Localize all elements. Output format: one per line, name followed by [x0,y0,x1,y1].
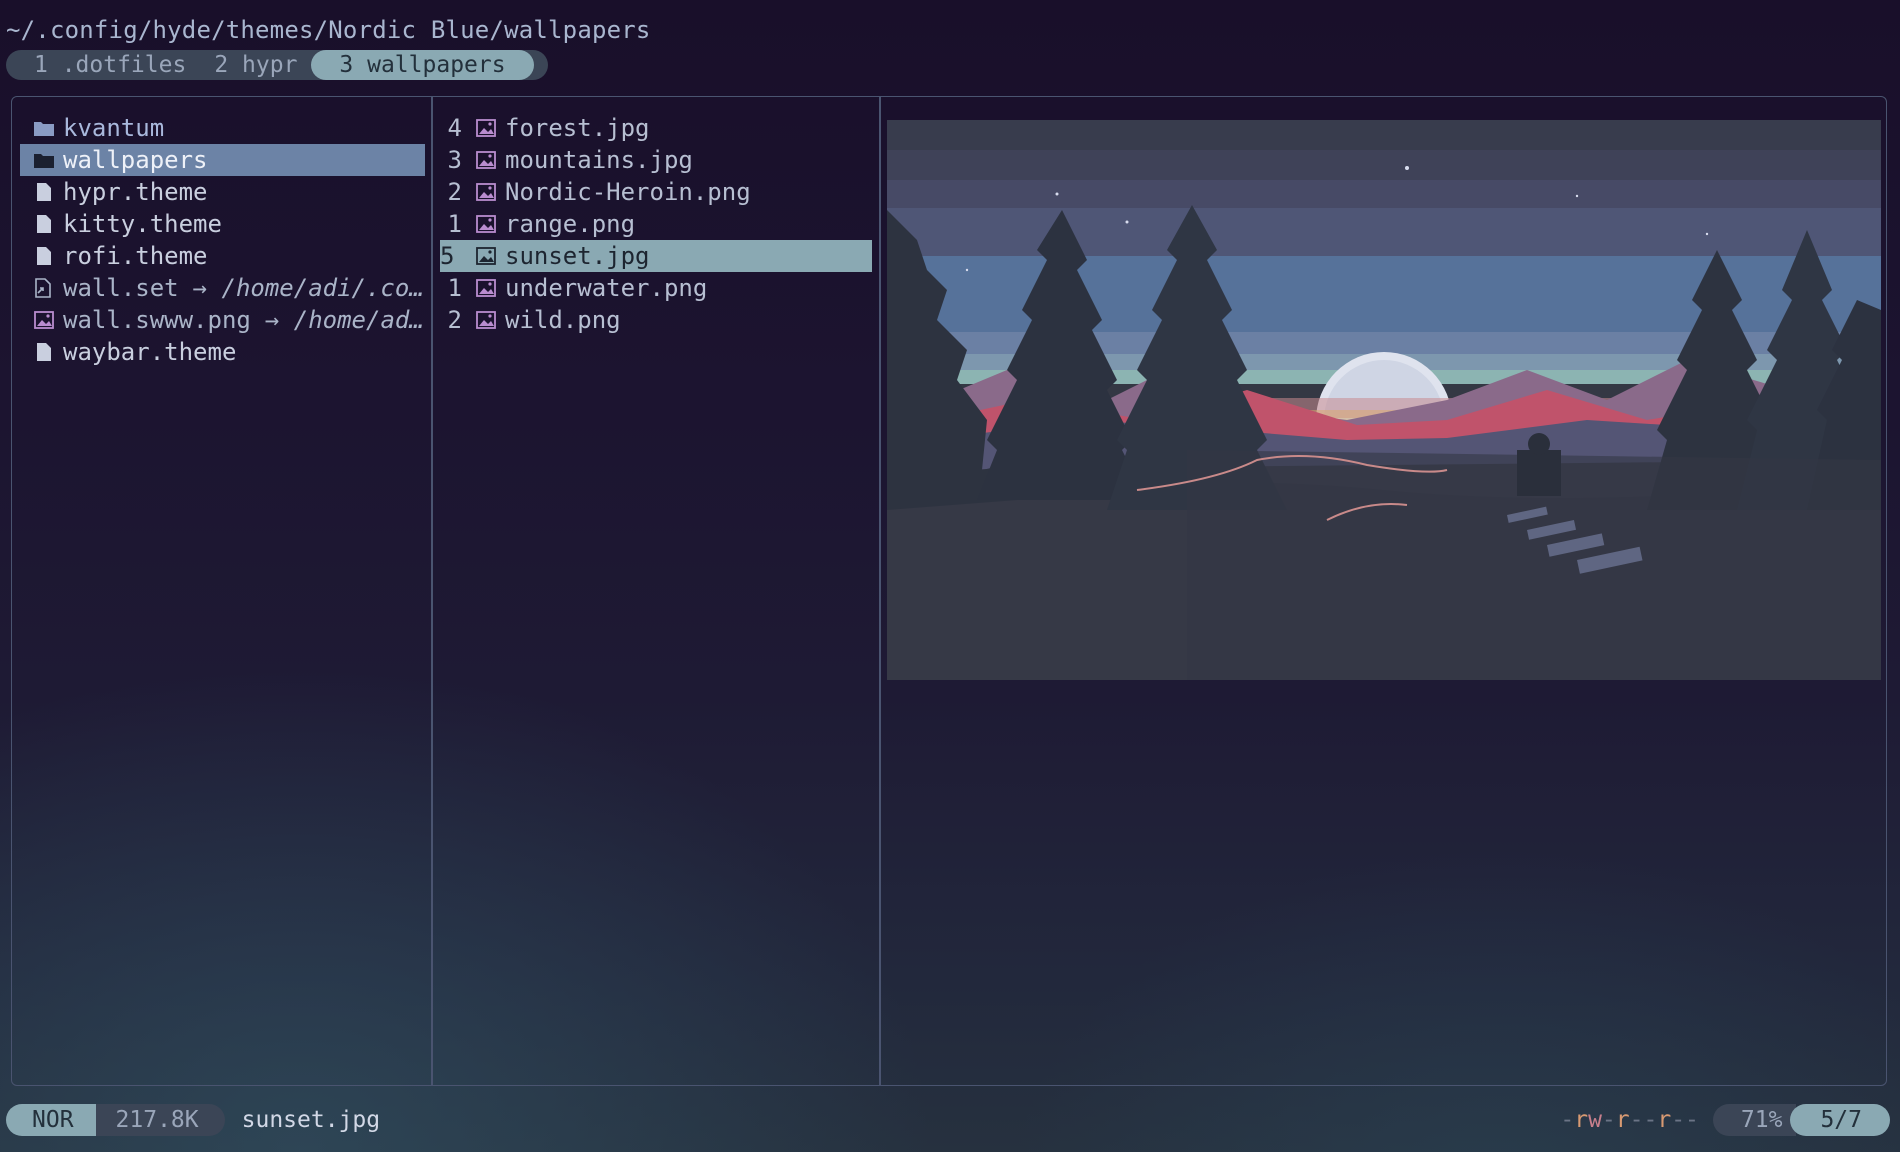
item-name: kitty.theme [63,210,222,238]
image-icon [32,308,56,332]
file-name: sunset.jpg [505,242,650,270]
folder-icon [32,148,56,172]
file-name: underwater.png [505,274,708,302]
tab-bar: 1 .dotfiles 2 hypr 3 wallpapers [6,50,548,80]
parent-item-wall-swww[interactable]: wall.swww.png → /home/ad… [20,304,425,336]
file-row[interactable]: 1 underwater.png [440,272,872,304]
folder-icon [32,116,56,140]
parent-item-kitty-theme[interactable]: kitty.theme [20,208,425,240]
line-number: 2 [447,306,462,334]
item-name: hypr.theme [63,178,208,206]
pane-divider [879,96,881,1086]
permissions: -rw-r--r-- [1560,1107,1699,1133]
image-icon [474,148,498,172]
file-row[interactable]: 2 Nordic-Heroin.png [440,176,872,208]
file-size: 217.8K [95,1104,225,1136]
line-number: 5 [440,242,455,270]
sunset-wallpaper-image [887,120,1881,680]
image-icon [474,308,498,332]
parent-item-kvantum[interactable]: kvantum [20,112,425,144]
file-name: mountains.jpg [505,146,693,174]
parent-item-hypr-theme[interactable]: hypr.theme [20,176,425,208]
parent-item-waybar-theme[interactable]: waybar.theme [20,336,425,368]
line-number: 2 [447,178,462,206]
image-icon [474,212,498,236]
file-name: Nordic-Heroin.png [505,178,751,206]
tab-dotfiles[interactable]: 1 .dotfiles [6,50,200,80]
file-row[interactable]: 2 wild.png [440,304,872,336]
symlink-file-icon [32,276,56,300]
item-name: kvantum [63,114,165,142]
mode-indicator: NOR [6,1104,96,1136]
file-name: wild.png [505,306,621,334]
file-name: range.png [505,210,636,238]
parent-item-wallpapers[interactable]: wallpapers [20,144,425,176]
path-bar: ~/.config/hyde/themes/Nordic Blue/wallpa… [6,16,651,44]
pane-divider [431,96,433,1086]
image-preview [887,120,1881,680]
file-row[interactable]: 1 range.png [440,208,872,240]
status-right: -rw-r--r-- 71% 5/7 [1560,1104,1890,1136]
scroll-percent: 71% [1712,1104,1797,1136]
parent-item-rofi-theme[interactable]: rofi.theme [20,240,425,272]
item-name: wall.set [63,274,179,302]
tab-hypr[interactable]: 2 hypr [200,50,311,80]
file-row-selected[interactable]: 5 sunset.jpg [440,240,872,272]
cursor-position: 5/7 [1790,1104,1890,1136]
file-row[interactable]: 4 forest.jpg [440,112,872,144]
image-icon [474,244,498,268]
line-number: 4 [447,114,462,142]
image-icon [474,180,498,204]
item-name: waybar.theme [63,338,237,366]
line-number: 3 [447,146,462,174]
file-icon [32,244,56,268]
file-name: forest.jpg [505,114,650,142]
line-number: 1 [447,274,462,302]
item-name: wallpapers [63,146,208,174]
image-icon [474,276,498,300]
tab-wallpapers[interactable]: 3 wallpapers [311,50,534,80]
image-icon [474,116,498,140]
status-filename: sunset.jpg [241,1107,381,1133]
file-icon [32,212,56,236]
status-bar: NOR 217.8K sunset.jpg [6,1104,380,1136]
parent-item-wall-set[interactable]: wall.set → /home/adi/.co… [20,272,425,304]
symlink-target: → /home/adi/.co… [192,274,424,302]
symlink-target: → /home/ad… [264,306,424,334]
item-name: wall.swww.png [63,306,251,334]
file-icon [32,180,56,204]
file-row[interactable]: 3 mountains.jpg [440,144,872,176]
line-number: 1 [447,210,462,238]
item-name: rofi.theme [63,242,208,270]
file-icon [32,340,56,364]
